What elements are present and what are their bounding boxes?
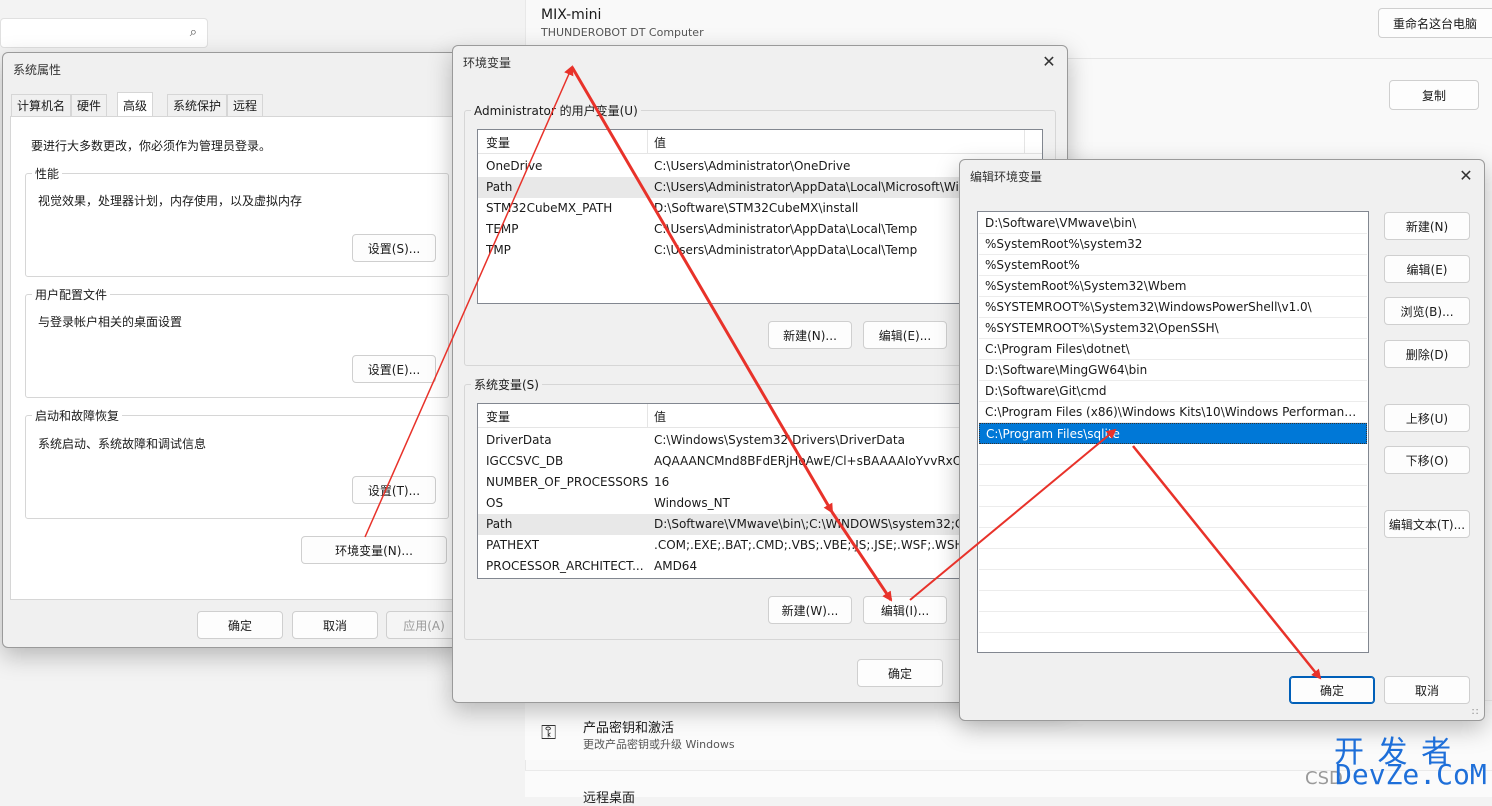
watermark-en: DevZe.CoM [1335, 758, 1487, 791]
arrow-to-path-row [570, 66, 834, 514]
arrow-to-envvars-title [364, 65, 574, 538]
arrow-to-ok-button [1132, 445, 1322, 680]
annotation-arrows [364, 65, 1322, 680]
arrow-to-sqlite-entry [909, 428, 1117, 601]
arrow-to-edit-button [830, 511, 893, 602]
